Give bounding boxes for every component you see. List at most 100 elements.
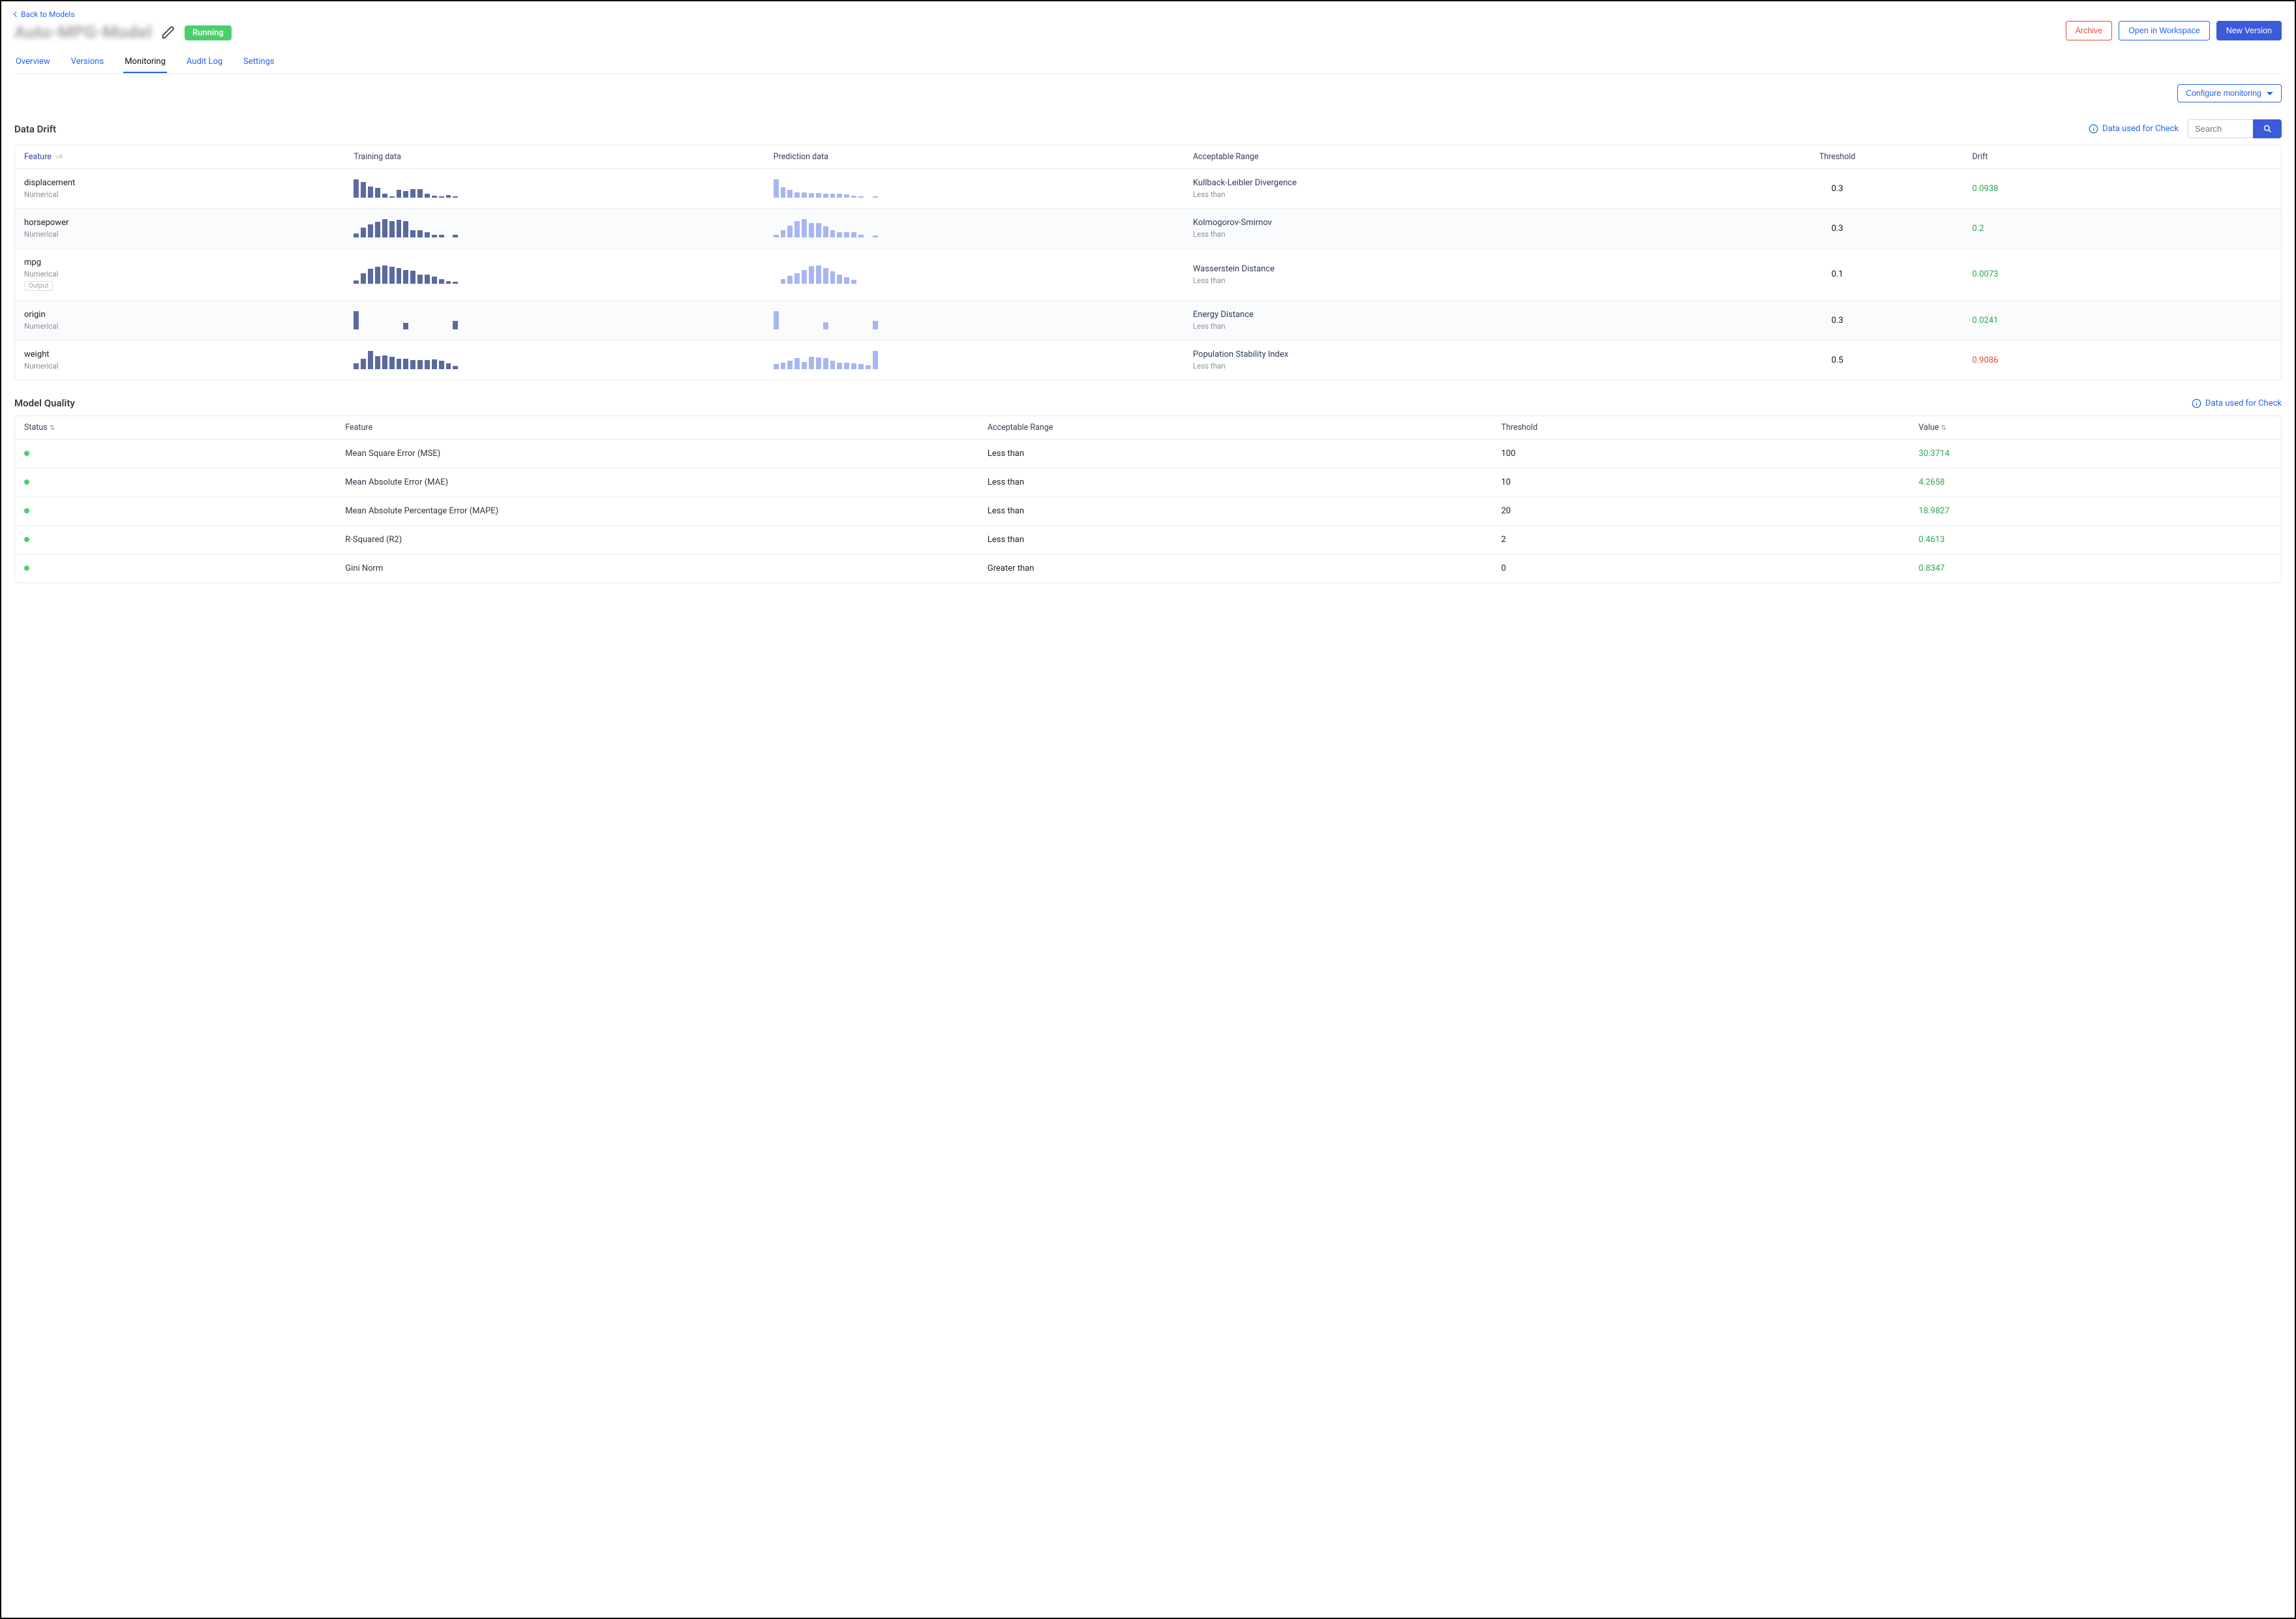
threshold-value: 0.3 [1702, 224, 1972, 234]
prediction-histogram [774, 265, 878, 284]
feature-type: Numerical [24, 361, 354, 371]
training-histogram [354, 351, 458, 369]
back-to-models-link[interactable]: Back to Models [14, 10, 75, 19]
table-row[interactable]: R-Squared (R2)Less than20.4613 [15, 526, 2281, 554]
configure-monitoring-label: Configure monitoring [2186, 89, 2261, 98]
quality-table: Status ⇅ Feature Acceptable Range Thresh… [14, 416, 2282, 583]
tab-monitoring[interactable]: Monitoring [123, 52, 167, 73]
metric-name: Mean Absolute Percentage Error (MAPE) [345, 506, 988, 516]
metric-range: Less than [988, 535, 1502, 545]
col-mq-threshold: Threshold [1502, 423, 1919, 432]
output-tag: Output [24, 281, 53, 291]
info-icon [2192, 399, 2201, 408]
tab-overview[interactable]: Overview [14, 52, 52, 73]
metric-range: Less than [988, 477, 1502, 487]
metric-value: 0.8347 [1918, 564, 2272, 573]
metric-range: Less than [988, 449, 1502, 459]
range-sub: Less than [1193, 276, 1702, 285]
search-button[interactable] [2253, 119, 2282, 138]
threshold-value: 0.1 [1702, 269, 1972, 279]
training-histogram [354, 265, 458, 284]
search-input[interactable] [2188, 119, 2253, 138]
model-title: Auto-MPG-Model [14, 23, 152, 42]
archive-button[interactable]: Archive [2066, 21, 2113, 40]
metric-threshold: 10 [1502, 477, 1919, 487]
status-dot [24, 508, 29, 513]
metric-range: Greater than [988, 564, 1502, 573]
col-prediction-data: Prediction data [774, 152, 1193, 162]
chevron-down-icon [2267, 92, 2273, 95]
prediction-histogram [774, 219, 878, 237]
feature-name: weight [24, 350, 354, 359]
status-dot [24, 451, 29, 456]
prediction-histogram [774, 179, 878, 198]
col-mq-feature: Feature [345, 423, 988, 432]
drift-value: 0.0073 [1972, 269, 2272, 279]
drift-info-label: Data used for Check [2102, 124, 2179, 134]
sort-icon: ⇅ [1941, 425, 1946, 432]
metric-value: 18.9827 [1918, 506, 2272, 516]
col-feature[interactable]: Feature ↓≡ [24, 152, 354, 162]
threshold-value: 0.3 [1702, 184, 1972, 194]
table-row[interactable]: horsepowerNumericalKolmogorov-SmirnovLes… [15, 209, 2281, 249]
search-icon [2263, 124, 2273, 134]
col-acceptable-range: Acceptable Range [1193, 152, 1702, 162]
range-sub: Less than [1193, 230, 1702, 239]
drift-value: 0.0938 [1972, 184, 2272, 194]
feature-name: horsepower [24, 218, 354, 228]
col-mq-range: Acceptable Range [988, 423, 1502, 432]
feature-type: Numerical [24, 269, 354, 279]
range-name: Energy Distance [1193, 310, 1702, 320]
table-row[interactable]: Mean Absolute Percentage Error (MAPE)Les… [15, 497, 2281, 526]
table-row[interactable]: originNumericalEnergy DistanceLess than0… [15, 301, 2281, 340]
metric-value: 0.4613 [1918, 535, 2272, 545]
drift-value: 0.9086 [1972, 356, 2272, 365]
col-mq-value[interactable]: Value ⇅ [1918, 423, 2272, 432]
open-workspace-button[interactable]: Open in Workspace [2119, 21, 2210, 40]
prediction-histogram [774, 351, 878, 369]
col-status[interactable]: Status ⇅ [24, 423, 345, 432]
tabs: Overview Versions Monitoring Audit Log Setti… [14, 52, 2282, 74]
table-row[interactable]: mpg Numerical Output Wasserstein Distance Le… [15, 249, 2281, 301]
metric-value: 4.2658 [1918, 477, 2272, 487]
training-histogram [354, 311, 458, 329]
metric-threshold: 0 [1502, 564, 1919, 573]
table-row[interactable]: Gini NormGreater than00.8347 [15, 554, 2281, 583]
training-histogram [354, 219, 458, 237]
feature-name: mpg [24, 258, 354, 267]
threshold-value: 0.5 [1702, 356, 1972, 365]
prediction-histogram [774, 311, 878, 329]
tab-settings[interactable]: Settings [242, 52, 275, 73]
new-version-button[interactable]: New Version [2216, 21, 2282, 40]
feature-name: origin [24, 310, 354, 320]
table-row[interactable]: Mean Absolute Error (MAE)Less than104.26… [15, 468, 2281, 497]
col-threshold: Threshold [1702, 152, 1972, 162]
col-drift: Drift [1972, 152, 2272, 162]
metric-name: R-Squared (R2) [345, 535, 988, 545]
tab-audit-log[interactable]: Audit Log [185, 52, 224, 73]
metric-value: 30.3714 [1918, 449, 2272, 459]
training-histogram [354, 179, 458, 198]
feature-type: Numerical [24, 230, 354, 239]
tab-versions[interactable]: Versions [70, 52, 105, 73]
quality-info-link[interactable]: Data used for Check [2192, 399, 2282, 408]
metric-threshold: 2 [1502, 535, 1919, 545]
threshold-value: 0.3 [1702, 316, 1972, 325]
range-name: Wasserstein Distance [1193, 264, 1702, 274]
info-icon [2089, 124, 2098, 134]
table-row[interactable]: weightNumericalPopulation Stability Inde… [15, 340, 2281, 380]
metric-threshold: 20 [1502, 506, 1919, 516]
back-to-models-label: Back to Models [21, 10, 75, 19]
table-row[interactable]: Mean Square Error (MSE)Less than10030.37… [15, 440, 2281, 468]
drift-info-link[interactable]: Data used for Check [2089, 124, 2179, 134]
range-sub: Less than [1193, 190, 1702, 199]
drift-value: 0.2 [1972, 224, 2272, 234]
edit-icon[interactable] [161, 25, 175, 40]
configure-monitoring-button[interactable]: Configure monitoring [2177, 84, 2282, 102]
metric-range: Less than [988, 506, 1502, 516]
sort-icon: ↓≡ [55, 153, 63, 160]
table-row[interactable]: displacementNumericalKullback-Leibler Di… [15, 169, 2281, 209]
quality-info-label: Data used for Check [2205, 399, 2282, 408]
chevron-left-icon [14, 12, 19, 17]
range-sub: Less than [1193, 322, 1702, 331]
